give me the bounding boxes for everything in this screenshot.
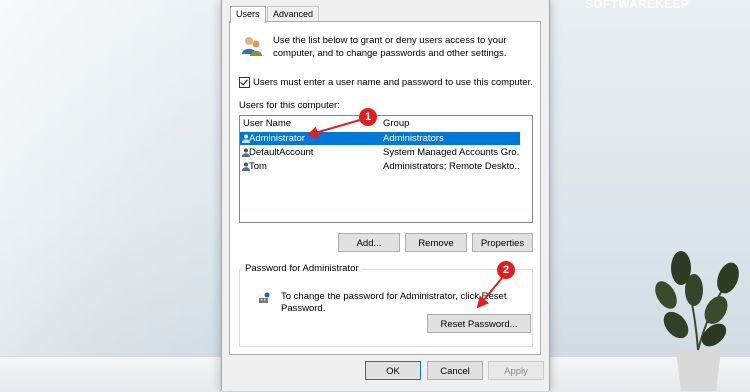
properties-button[interactable]: Properties	[472, 233, 533, 252]
add-user-button[interactable]: Add...	[338, 233, 400, 252]
cancel-button[interactable]: Cancel	[427, 361, 483, 380]
reset-password-button[interactable]: Reset Password...	[427, 314, 531, 333]
watermark: SOFTWAREKEEP	[585, 0, 690, 11]
annotation-marker-1: 1	[359, 108, 377, 126]
users-icon	[242, 37, 262, 56]
apply-button[interactable]: Apply	[488, 361, 544, 380]
password-groupbox-title: Password for Administrator	[243, 263, 361, 274]
annotation-marker-2: 2	[497, 261, 515, 279]
listview-header: User Name Group	[240, 116, 532, 131]
tab-advanced[interactable]: Advanced	[267, 6, 320, 22]
users-listview[interactable]: User Name Group Administrator Administra…	[239, 115, 533, 223]
user-accounts-dialog: Users Advanced Use the list below to gra…	[221, 0, 550, 391]
user-group: System Managed Accounts Gro...	[383, 147, 520, 158]
ok-button[interactable]: OK	[365, 361, 421, 380]
user-row-tom[interactable]: Tom Administrators; Remote Deskto...	[240, 160, 520, 173]
require-login-label: Users must enter a user name and passwor…	[253, 77, 533, 88]
column-group[interactable]: Group	[383, 118, 409, 129]
password-groupbox: Password for Administrator To change the…	[239, 263, 533, 347]
user-name: Administrator	[249, 133, 305, 144]
require-login-checkbox[interactable]	[239, 77, 250, 88]
user-row-administrator[interactable]: Administrator Administrators	[240, 132, 520, 145]
users-tab-panel: Use the list below to grant or deny user…	[229, 21, 541, 355]
remove-user-button[interactable]: Remove	[405, 233, 467, 252]
require-login-row[interactable]: Users must enter a user name and passwor…	[239, 77, 533, 88]
user-group: Administrators	[383, 133, 444, 144]
column-user-name[interactable]: User Name	[243, 118, 291, 129]
password-instructions: To change the password for Administrator…	[281, 291, 507, 314]
plant-decoration	[655, 251, 739, 391]
keyboard-user-icon	[259, 292, 270, 303]
user-row-defaultaccount[interactable]: DefaultAccount System Managed Accounts G…	[240, 146, 520, 159]
user-group: Administrators; Remote Deskto...	[383, 161, 520, 172]
intro-text: Use the list below to grant or deny user…	[273, 35, 507, 59]
tab-users[interactable]: Users	[230, 6, 266, 23]
user-name: Tom	[249, 161, 267, 172]
background-light	[0, 0, 230, 391]
user-name: DefaultAccount	[249, 147, 314, 158]
users-list-label: Users for this computer:	[239, 100, 340, 111]
